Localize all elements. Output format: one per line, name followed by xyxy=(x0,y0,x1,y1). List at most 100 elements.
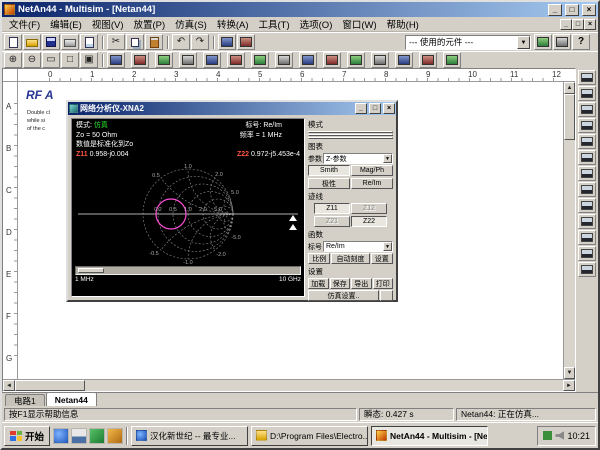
show-desktop-quicklaunch-icon[interactable] xyxy=(71,428,87,444)
horizontal-scroll-track[interactable] xyxy=(15,380,563,391)
zoom-out-button[interactable]: ⊖ xyxy=(23,52,41,68)
analysis-button[interactable] xyxy=(553,34,571,50)
z12-button[interactable]: Z12 xyxy=(351,203,387,214)
paste-button[interactable] xyxy=(145,34,163,50)
schematic-canvas[interactable]: RF A Double clwhile siof the c 网络分析仪-XNA… xyxy=(18,82,563,379)
mdi-restore-button[interactable]: □ xyxy=(572,19,584,30)
z11-button[interactable]: Z11 xyxy=(314,203,350,214)
wattmeter-button[interactable] xyxy=(578,102,596,117)
tab-circuit1[interactable]: 电路1 xyxy=(5,394,45,406)
rf-characterizer-button[interactable]: 射频特性图 xyxy=(308,134,393,136)
logic-converter-button[interactable] xyxy=(578,182,596,197)
mag-ph-button[interactable]: Mag/Ph xyxy=(351,165,393,176)
volume-icon[interactable] xyxy=(555,431,564,440)
measurement-probe-button[interactable] xyxy=(578,246,596,261)
window-minimize-button[interactable]: _ xyxy=(548,4,562,16)
channels-quicklaunch-icon[interactable] xyxy=(89,428,105,444)
load-button[interactable]: 加载 xyxy=(308,278,329,289)
database-button[interactable] xyxy=(237,34,255,50)
xna-close-button[interactable]: × xyxy=(383,103,395,114)
task-multisim-window[interactable]: NetAn44 - Multisim - [Net... xyxy=(371,426,488,446)
menu-item-3[interactable]: 视图(V) xyxy=(87,16,129,32)
measurement-button[interactable]: 测量 xyxy=(308,131,393,133)
window-maximize-button[interactable]: □ xyxy=(565,4,579,16)
redo-button[interactable]: ↷ xyxy=(191,34,209,50)
simulation-set-button[interactable]: 仿真设置.. xyxy=(308,290,379,301)
xna-minimize-button[interactable]: _ xyxy=(355,103,367,114)
print-button[interactable] xyxy=(61,34,79,50)
mdi-close-button[interactable]: × xyxy=(584,19,596,30)
zoom-full-button[interactable]: □ xyxy=(61,52,79,68)
network-analyzer-button[interactable] xyxy=(578,230,596,245)
menu-item-9[interactable]: 窗口(W) xyxy=(337,16,381,32)
menu-item-6[interactable]: 转换(A) xyxy=(212,16,254,32)
current-probe-button[interactable] xyxy=(578,262,596,277)
start-button[interactable]: 开始 xyxy=(4,426,50,446)
menu-item-1[interactable]: 文件(F) xyxy=(4,16,45,32)
spectrum-analyzer-button[interactable] xyxy=(578,214,596,229)
dropdown-arrow-icon[interactable]: ▼ xyxy=(383,154,392,163)
network-analyzer-dialog[interactable]: 网络分析仪-XNA2 _ □ × 模式: 仿真 标号: Re/Im xyxy=(66,100,398,302)
xna-maximize-button[interactable]: □ xyxy=(369,103,381,114)
help-button[interactable]: ? xyxy=(572,34,590,50)
logic-analyzer-button[interactable] xyxy=(578,166,596,181)
parameter-select[interactable]: Z-参数 ▼ xyxy=(323,153,393,164)
menu-item-7[interactable]: 工具(T) xyxy=(254,16,295,32)
match-net-designer-button[interactable]: 匹配网络设计 xyxy=(308,137,393,139)
auto-scale-button[interactable]: 自动刻度 xyxy=(331,253,369,264)
copy-button[interactable] xyxy=(126,34,144,50)
horizontal-scroll-thumb[interactable] xyxy=(15,380,85,391)
task-ie-window[interactable]: 汉化新世纪 -- 最专业... xyxy=(131,426,248,446)
bode-plotter-button[interactable] xyxy=(578,134,596,149)
scroll-right-icon[interactable]: ► xyxy=(563,380,575,391)
scroll-up-icon[interactable]: ▲ xyxy=(564,82,575,94)
tab-netan44[interactable]: Netan44 xyxy=(46,392,97,406)
multimeter-button[interactable] xyxy=(578,70,596,85)
misc-digital-button[interactable] xyxy=(275,52,293,68)
cmos-button[interactable] xyxy=(251,52,269,68)
electromech-button[interactable] xyxy=(419,52,437,68)
undo-button[interactable]: ↶ xyxy=(172,34,190,50)
print-preview-button[interactable] xyxy=(80,34,98,50)
menu-item-4[interactable]: 放置(P) xyxy=(128,16,170,32)
menu-item-5[interactable]: 仿真(S) xyxy=(170,16,212,32)
transistors-button[interactable] xyxy=(179,52,197,68)
zoom-in-button[interactable]: ⊕ xyxy=(4,52,22,68)
ttl-button[interactable] xyxy=(227,52,245,68)
frequency-slider-thumb[interactable] xyxy=(78,268,104,273)
vertical-scroll-thumb[interactable] xyxy=(564,94,575,140)
export-button[interactable]: 导出 xyxy=(351,278,372,289)
re-im-button[interactable]: Re/Im xyxy=(351,178,393,189)
function-generator-button[interactable] xyxy=(578,86,596,101)
oscilloscope-button[interactable] xyxy=(578,118,596,133)
ie-quicklaunch-icon[interactable] xyxy=(53,428,69,444)
analog-button[interactable] xyxy=(203,52,221,68)
tray-icon[interactable] xyxy=(543,431,552,440)
zoom-page-button[interactable]: ▣ xyxy=(80,52,98,68)
list-button[interactable] xyxy=(534,34,552,50)
print-button[interactable]: 打印 xyxy=(373,278,394,289)
scale-button[interactable]: 比例 xyxy=(308,253,330,264)
combo-dropdown-icon[interactable]: ▼ xyxy=(517,36,530,49)
polar-button[interactable]: 极性 xyxy=(308,178,350,189)
zoom-window-button[interactable]: ▭ xyxy=(42,52,60,68)
z22-button[interactable]: Z22 xyxy=(351,216,387,227)
distortion-analyzer-button[interactable] xyxy=(578,198,596,213)
vertical-scroll-track[interactable] xyxy=(564,94,575,367)
menu-item-2[interactable]: 编辑(E) xyxy=(45,16,87,32)
panel-extra-button[interactable] xyxy=(380,290,393,301)
window-titlebar[interactable]: NetAn44 - Multisim - [Netan44] _ □ × xyxy=(2,2,598,17)
xna-titlebar[interactable]: 网络分析仪-XNA2 _ □ × xyxy=(68,102,396,115)
media-player-quicklaunch-icon[interactable] xyxy=(107,428,123,444)
indicators-button[interactable] xyxy=(323,52,341,68)
horizontal-scrollbar[interactable]: ◄ ► xyxy=(3,379,575,391)
project-button[interactable] xyxy=(218,34,236,50)
rf-button[interactable] xyxy=(395,52,413,68)
in-use-list-combo[interactable]: --- 使用的元件 --- ▼ xyxy=(405,35,531,50)
power-button[interactable] xyxy=(347,52,365,68)
marker-select[interactable]: Re/Im ▼ xyxy=(323,241,393,252)
save-button[interactable] xyxy=(42,34,60,50)
menu-item-10[interactable]: 帮助(H) xyxy=(382,16,424,32)
new-button[interactable] xyxy=(4,34,22,50)
mixed-button[interactable] xyxy=(299,52,317,68)
